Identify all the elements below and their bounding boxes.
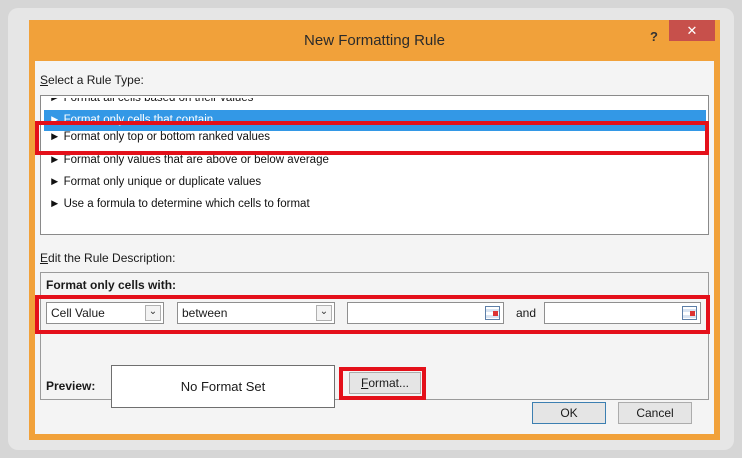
operator-select-value: between xyxy=(182,306,228,320)
dialog-title: New Formatting Rule xyxy=(304,32,445,49)
preview-label: Preview: xyxy=(46,379,96,393)
rule-type-item-cells-that-contain[interactable]: ► Format only cells that contain xyxy=(44,110,706,131)
help-button[interactable]: ? xyxy=(643,26,665,48)
chevron-down-icon[interactable]: ⌄ xyxy=(145,305,161,321)
rule-type-item-all-cells[interactable]: ► Format all cells based on their values xyxy=(44,98,706,108)
and-label: and xyxy=(516,306,537,320)
condition-select[interactable]: Cell Value ⌄ xyxy=(46,302,164,324)
range-select-icon[interactable] xyxy=(485,306,500,320)
dialog-body: Select a Rule Type: ► Format all cells b… xyxy=(35,61,714,434)
format-button[interactable]: Format... xyxy=(349,372,421,394)
value1-input[interactable] xyxy=(347,302,504,324)
close-button[interactable]: ✕ xyxy=(669,20,715,41)
condition-select-value: Cell Value xyxy=(51,306,105,320)
chevron-down-icon[interactable]: ⌄ xyxy=(316,305,332,321)
format-only-cells-heading: Format only cells with: xyxy=(46,278,177,292)
value2-input[interactable] xyxy=(544,302,701,324)
rule-description-label: Edit the Rule Description: xyxy=(40,251,176,265)
rule-type-item-above-below-average[interactable]: ► Format only values that are above or b… xyxy=(44,150,706,171)
rule-type-item-unique-duplicate[interactable]: ► Format only unique or duplicate values xyxy=(44,172,706,193)
rule-type-item-use-formula[interactable]: ► Use a formula to determine which cells… xyxy=(44,194,706,215)
operator-select[interactable]: between ⌄ xyxy=(177,302,335,324)
rule-type-label: Select a Rule Type: xyxy=(40,73,144,87)
format-preview: No Format Set xyxy=(111,365,335,408)
title-bar[interactable]: New Formatting Rule ? ✕ xyxy=(29,20,720,61)
ok-button[interactable]: OK xyxy=(532,402,606,424)
rule-type-list[interactable]: ► Format all cells based on their values… xyxy=(40,95,709,235)
new-formatting-rule-dialog: New Formatting Rule ? ✕ Select a Rule Ty… xyxy=(29,20,720,440)
cancel-button[interactable]: Cancel xyxy=(618,402,692,424)
rule-type-item-top-bottom[interactable]: ► Format only top or bottom ranked value… xyxy=(44,131,706,143)
range-select-icon[interactable] xyxy=(682,306,697,320)
